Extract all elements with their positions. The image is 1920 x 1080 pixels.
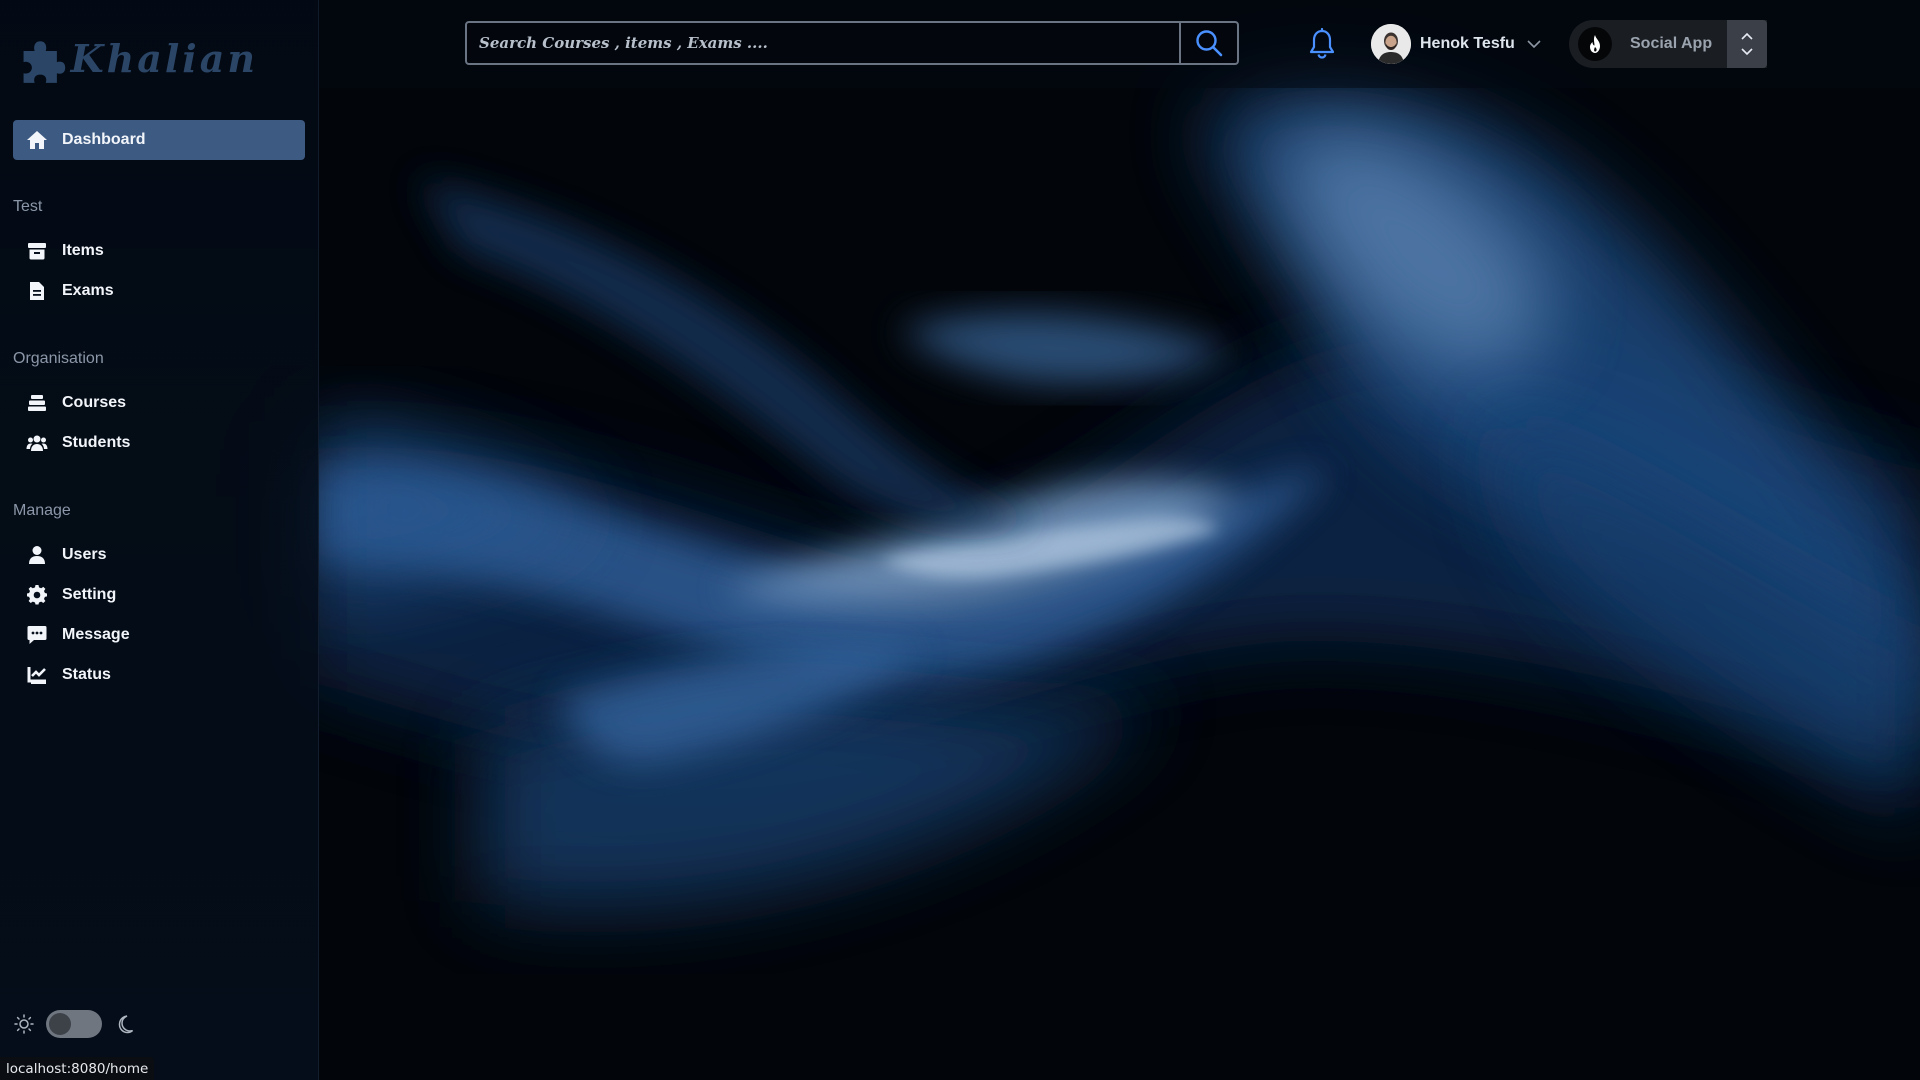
theme-switcher (14, 1008, 144, 1040)
brand-logo[interactable]: Khalian (18, 24, 258, 96)
sidebar-item-label: Setting (62, 586, 117, 603)
search-bar (465, 21, 1239, 65)
sidebar-item-users[interactable]: Users (13, 535, 305, 575)
sidebar-section-organisation: Organisation (13, 350, 104, 367)
brand-name: Khalian (70, 35, 258, 81)
layers-icon (26, 392, 48, 414)
bell-icon[interactable] (1307, 28, 1337, 60)
chevron-down-icon (1527, 40, 1541, 49)
chevron-up-icon (1741, 32, 1753, 40)
sun-icon (14, 1014, 34, 1034)
sidebar-item-label: Students (62, 434, 131, 451)
sidebar-item-exams[interactable]: Exams (13, 271, 305, 311)
chevron-down-icon (1741, 48, 1753, 56)
sidebar-section-test: Test (13, 198, 43, 215)
sidebar-section-manage: Manage (13, 502, 71, 519)
home-icon (26, 129, 48, 151)
chart-check-icon (26, 664, 48, 686)
sidebar-item-label: Message (62, 626, 130, 643)
chat-icon (26, 624, 48, 646)
sidebar-item-label: Users (62, 546, 107, 563)
sidebar-item-label: Exams (62, 282, 114, 299)
toggle-knob (49, 1013, 71, 1035)
sidebar-item-students[interactable]: Students (13, 423, 305, 463)
sidebar-item-label: Status (62, 666, 111, 683)
user-avatar-icon (1371, 24, 1411, 64)
puzzle-piece-icon (23, 41, 66, 83)
sidebar-item-courses[interactable]: Courses (13, 383, 305, 423)
sidebar-item-setting[interactable]: Setting (13, 575, 305, 615)
gear-icon (26, 584, 48, 606)
sidebar-item-label: Courses (62, 394, 127, 411)
user-menu[interactable]: Henok Tesfu (1371, 24, 1543, 64)
sidebar: Khalian Dashboard Test Items Exams Organ… (0, 0, 319, 1080)
sidebar-item-status[interactable]: Status (13, 655, 305, 695)
app-switcher-label: Social App (1630, 35, 1713, 52)
browser-status-url: localhost:8080/home (0, 1057, 155, 1080)
sidebar-item-label: Dashboard (62, 131, 146, 148)
top-header: Henok Tesfu Social App (319, 0, 1920, 88)
avatar (1371, 24, 1411, 64)
app-switcher-stepper[interactable] (1727, 20, 1767, 68)
search-input[interactable] (467, 23, 1179, 63)
archive-box-icon (26, 240, 48, 262)
user-name: Henok Tesfu (1420, 35, 1515, 52)
sidebar-item-items[interactable]: Items (13, 231, 305, 271)
app-icon-badge (1578, 27, 1612, 61)
search-button[interactable] (1179, 23, 1237, 63)
sidebar-item-dashboard[interactable]: Dashboard (13, 120, 305, 160)
users-group-icon (26, 432, 48, 454)
sidebar-item-message[interactable]: Message (13, 615, 305, 655)
moon-icon (118, 1015, 134, 1034)
search-icon (1196, 30, 1223, 57)
theme-toggle[interactable] (46, 1010, 102, 1038)
sidebar-item-label: Items (62, 242, 104, 259)
user-icon (26, 544, 48, 566)
file-document-icon (26, 280, 48, 302)
flame-icon (1590, 35, 1600, 53)
